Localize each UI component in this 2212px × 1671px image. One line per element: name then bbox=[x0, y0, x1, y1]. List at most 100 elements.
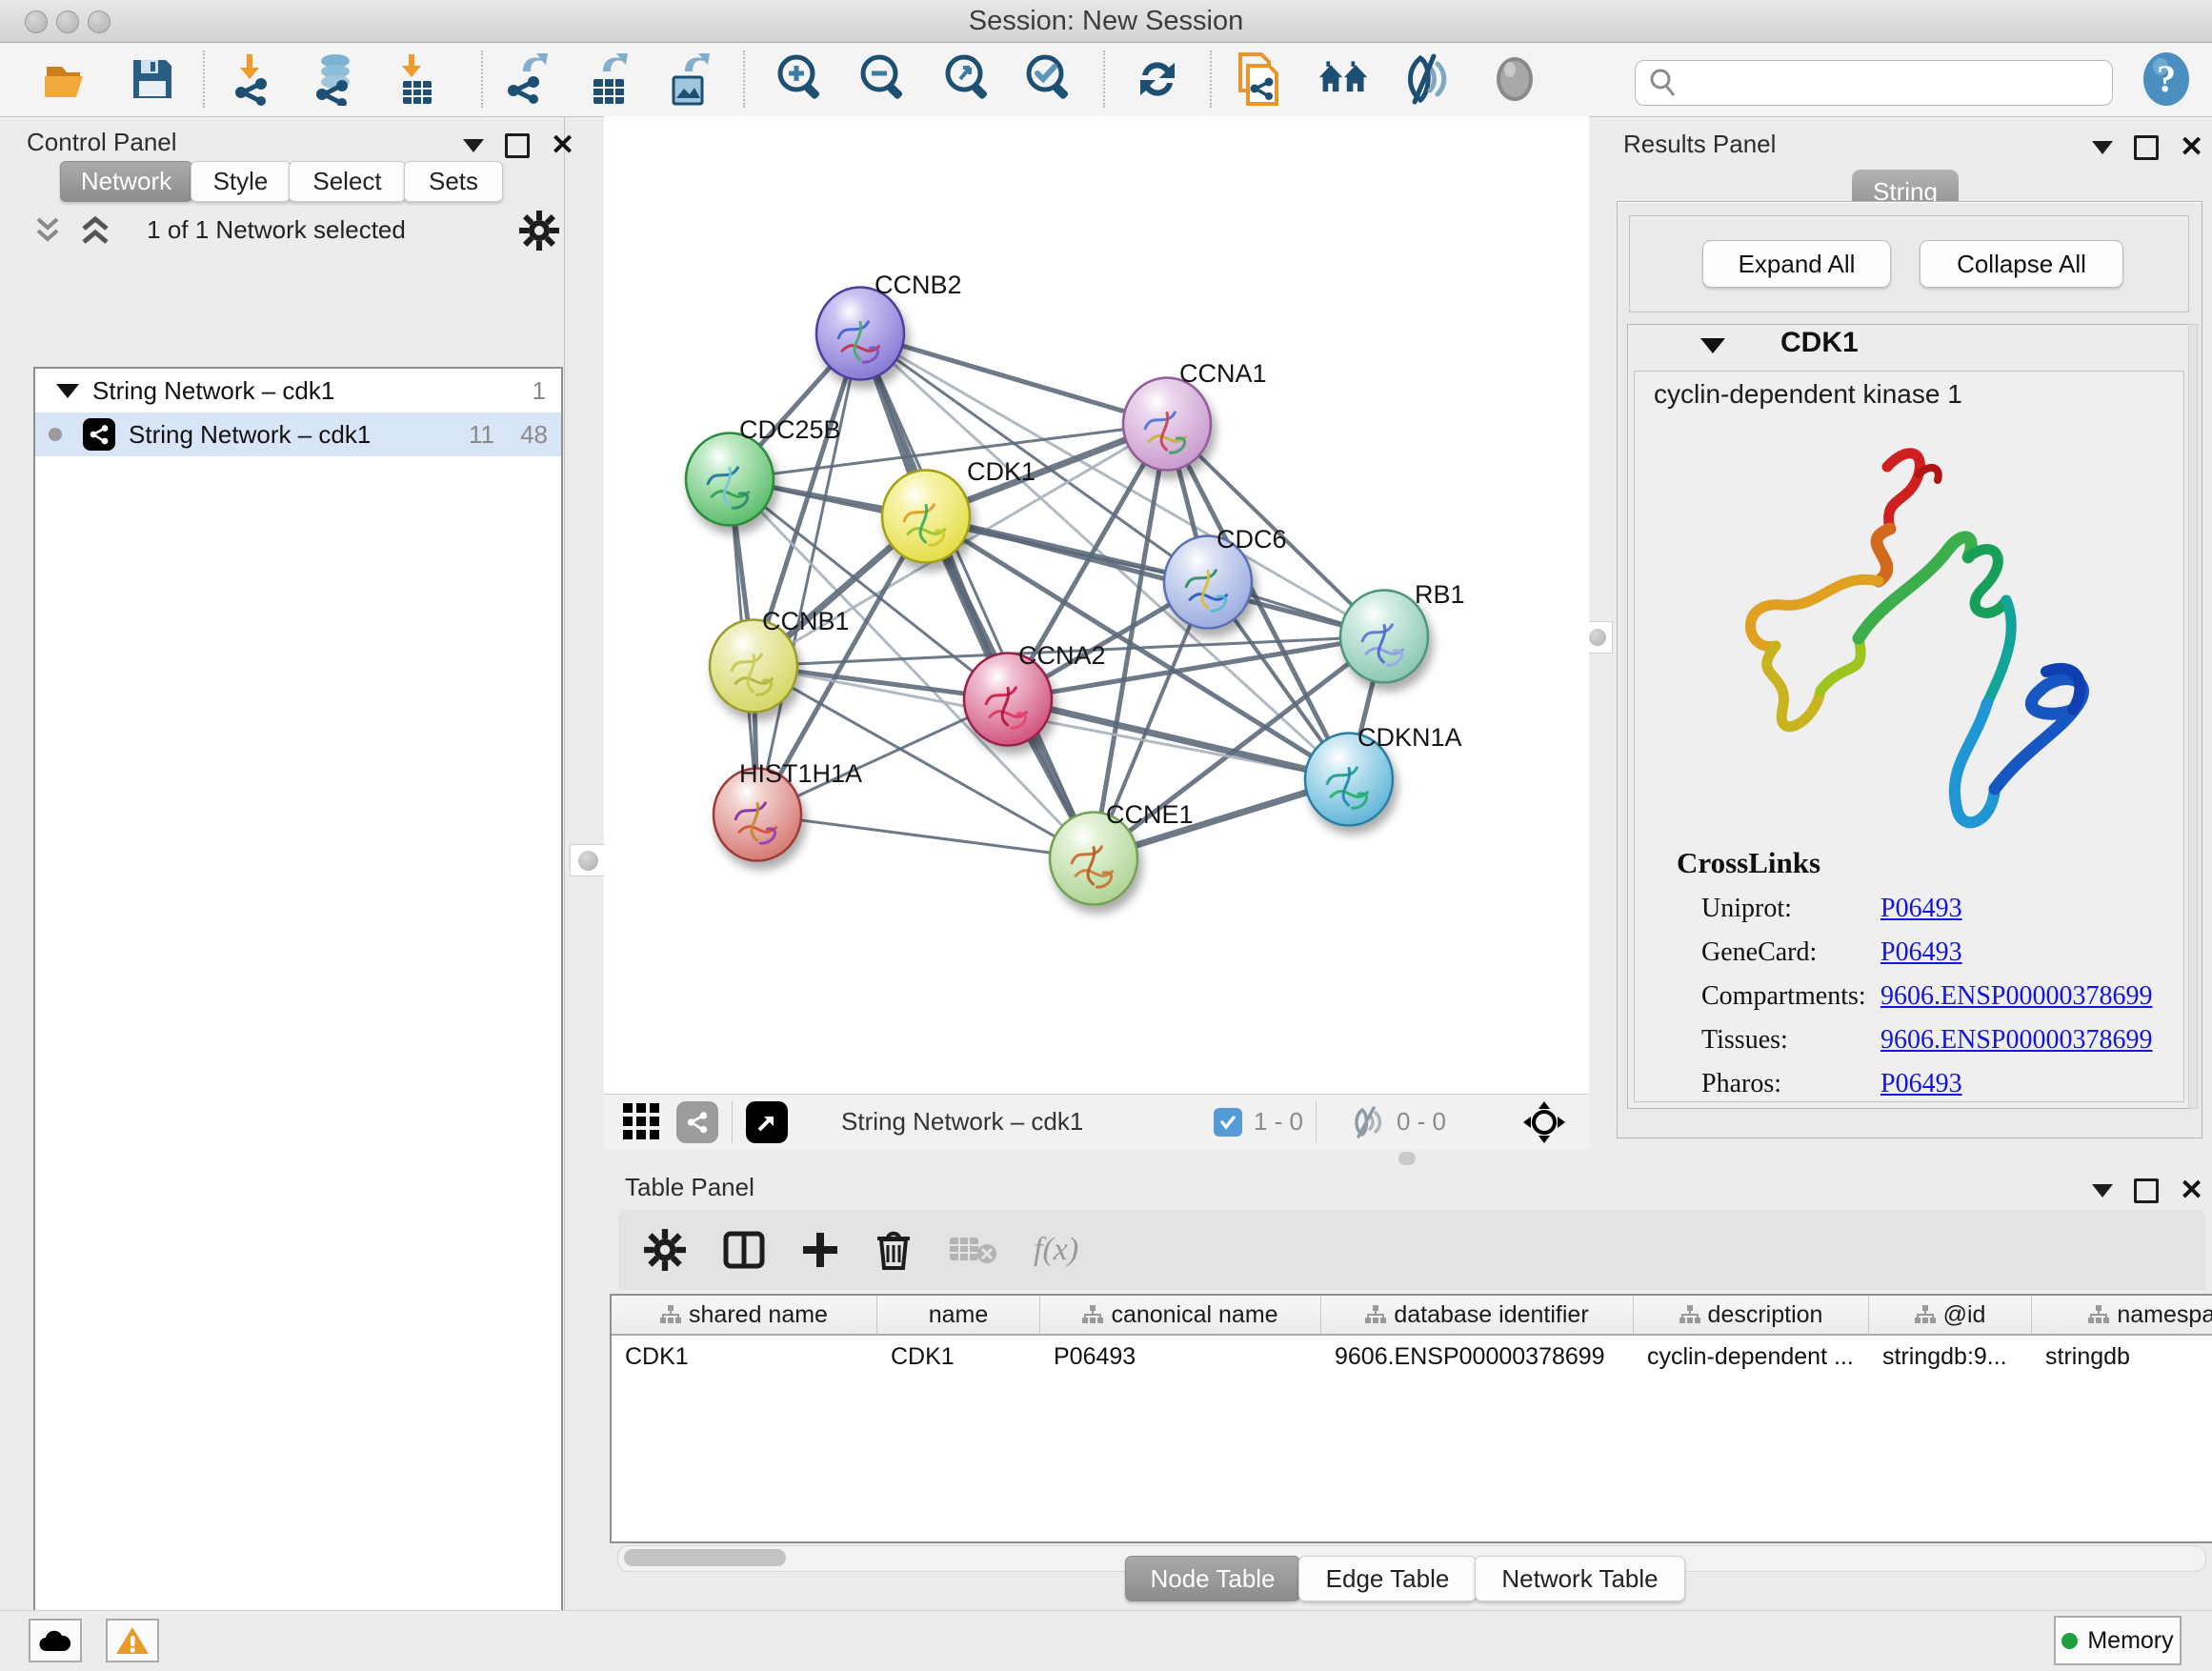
table-cell[interactable]: stringdb bbox=[2032, 1338, 2212, 1376]
collection-expander-icon[interactable] bbox=[56, 384, 79, 398]
collapse-all-networks-icon[interactable] bbox=[34, 215, 74, 248]
expand-all-networks-icon[interactable] bbox=[78, 213, 118, 248]
close-panel-icon[interactable]: ✕ bbox=[2180, 138, 2203, 157]
table-cell[interactable]: cyclin-dependent ... bbox=[1634, 1338, 1869, 1376]
memory-button[interactable]: Memory bbox=[2054, 1616, 2182, 1665]
table-panel-controls: ✕ bbox=[2092, 1178, 2203, 1203]
network-share-view-icon[interactable] bbox=[676, 1101, 718, 1143]
table-cell[interactable]: stringdb:9... bbox=[1869, 1338, 2032, 1376]
import-table-file-button[interactable] bbox=[391, 52, 444, 106]
search-input[interactable] bbox=[1679, 70, 2112, 96]
hide-unselected-button[interactable] bbox=[1401, 52, 1455, 106]
crosslink-link[interactable]: 9606.ENSP00000378699 bbox=[1880, 1025, 2152, 1056]
add-column-icon[interactable] bbox=[801, 1231, 839, 1269]
save-session-button[interactable] bbox=[126, 52, 179, 106]
show-columns-icon[interactable] bbox=[723, 1231, 765, 1269]
table-cell[interactable]: 9606.ENSP00000378699 bbox=[1321, 1338, 1634, 1376]
show-all-button[interactable] bbox=[1488, 52, 1541, 106]
node-CCNA1[interactable] bbox=[1123, 378, 1211, 471]
edge-HIST1H1A-CCNE1[interactable] bbox=[757, 815, 1094, 858]
network-collection-row[interactable]: String Network – cdk1 1 bbox=[35, 369, 561, 413]
toolbar-separator bbox=[481, 50, 483, 108]
tab-node-table[interactable]: Node Table bbox=[1125, 1556, 1300, 1601]
crosslink-label: GeneCard: bbox=[1701, 937, 1817, 968]
collapse-panel-icon[interactable] bbox=[463, 139, 484, 152]
float-panel-icon[interactable] bbox=[2134, 135, 2159, 160]
tab-select[interactable]: Select bbox=[289, 161, 406, 202]
zoom-in-button[interactable] bbox=[774, 52, 827, 106]
table-options-gear-icon[interactable] bbox=[643, 1228, 687, 1272]
zoom-fit-button[interactable] bbox=[941, 52, 995, 106]
edge-CCNB2-HIST1H1A[interactable] bbox=[757, 333, 860, 815]
table-cell[interactable]: CDK1 bbox=[612, 1338, 877, 1376]
tab-sets[interactable]: Sets bbox=[404, 161, 503, 202]
float-panel-icon[interactable] bbox=[2134, 1178, 2159, 1203]
tab-edge-table[interactable]: Edge Table bbox=[1298, 1556, 1477, 1601]
node-label-HIST1H1A: HIST1H1A bbox=[739, 759, 862, 788]
selected-checkbox[interactable] bbox=[1214, 1108, 1242, 1137]
table-cell[interactable]: P06493 bbox=[1040, 1338, 1321, 1376]
edge-CCNA2-CDKN1A[interactable] bbox=[1008, 699, 1349, 779]
fit-content-crosshair-icon[interactable] bbox=[1522, 1100, 1566, 1144]
network-graph[interactable]: CCNB2CCNA1CDC25BCDK1CDC6RB1CCNB1CCNA2HIS… bbox=[604, 116, 1589, 1094]
column-header-namespace[interactable]: namespace bbox=[2032, 1296, 2212, 1336]
export-network-button[interactable] bbox=[503, 52, 556, 106]
collapse-all-button[interactable]: Collapse All bbox=[1920, 240, 2123, 288]
import-network-database-button[interactable] bbox=[309, 52, 362, 106]
edge-CCNB2-CCNA1[interactable] bbox=[860, 333, 1167, 424]
cloud-status-button[interactable] bbox=[29, 1619, 82, 1662]
collapse-panel-icon[interactable] bbox=[2092, 1184, 2113, 1198]
column-header-description[interactable]: description bbox=[1634, 1296, 1869, 1336]
float-panel-icon[interactable] bbox=[505, 133, 530, 158]
zoom-out-button[interactable] bbox=[856, 52, 910, 106]
section-expander-icon[interactable] bbox=[1700, 338, 1725, 353]
table-cell[interactable]: CDK1 bbox=[877, 1338, 1040, 1376]
crosslink-link[interactable]: 9606.ENSP00000378699 bbox=[1880, 981, 2152, 1012]
node-CCNB2[interactable] bbox=[816, 288, 904, 380]
refresh-button[interactable] bbox=[1131, 52, 1184, 106]
detach-view-icon[interactable] bbox=[746, 1101, 788, 1143]
edge-CDK1-RB1[interactable] bbox=[926, 516, 1384, 636]
crosslink-link[interactable]: P06493 bbox=[1880, 1069, 1962, 1099]
tab-network[interactable]: Network bbox=[60, 161, 192, 202]
expand-all-button[interactable]: Expand All bbox=[1702, 240, 1891, 288]
string-import-button[interactable] bbox=[1233, 52, 1286, 106]
help-button[interactable]: ? bbox=[2140, 52, 2193, 106]
collapse-panel-icon[interactable] bbox=[2092, 141, 2113, 154]
export-table-button[interactable] bbox=[583, 52, 636, 106]
export-image-button[interactable] bbox=[663, 52, 716, 106]
import-network-file-button[interactable] bbox=[229, 52, 282, 106]
delete-column-icon[interactable] bbox=[875, 1230, 912, 1270]
home-layout-button[interactable] bbox=[1317, 52, 1371, 106]
crosslink-link[interactable]: P06493 bbox=[1880, 937, 1962, 968]
title-bar: Session: New Session bbox=[0, 0, 2212, 43]
zoom-selected-button[interactable] bbox=[1022, 52, 1076, 106]
node-label-CCNB2: CCNB2 bbox=[875, 271, 962, 299]
node-CDC25B[interactable] bbox=[686, 433, 774, 526]
open-file-button[interactable] bbox=[40, 52, 93, 106]
network-options-gear-icon[interactable] bbox=[518, 210, 560, 252]
tab-style[interactable]: Style bbox=[191, 161, 291, 202]
node-CDK1[interactable] bbox=[882, 471, 970, 563]
close-panel-icon[interactable]: ✕ bbox=[551, 136, 574, 155]
column-header-name[interactable]: name bbox=[877, 1296, 1040, 1336]
scrollbar-thumb[interactable] bbox=[624, 1549, 786, 1566]
column-header-database-identifier[interactable]: database identifier bbox=[1321, 1296, 1634, 1336]
tab-network-table[interactable]: Network Table bbox=[1475, 1556, 1685, 1601]
results-scrollbar[interactable] bbox=[2188, 324, 2198, 1109]
grid-view-icon[interactable] bbox=[621, 1101, 663, 1143]
crosslink-link[interactable]: P06493 bbox=[1880, 894, 1962, 924]
network-row-selected[interactable]: String Network – cdk1 11 48 bbox=[35, 413, 561, 456]
column-header-@id[interactable]: @id bbox=[1869, 1296, 2032, 1336]
column-header-shared-name[interactable]: shared name bbox=[612, 1296, 877, 1336]
column-header-canonical-name[interactable]: canonical name bbox=[1040, 1296, 1321, 1336]
network-canvas[interactable]: CCNB2CCNA1CDC25BCDK1CDC6RB1CCNB1CCNA2HIS… bbox=[604, 116, 1589, 1094]
control-panel-controls: ✕ bbox=[463, 133, 574, 158]
crosslink-label: Pharos: bbox=[1701, 1069, 1781, 1099]
left-splitter-handle[interactable] bbox=[570, 844, 606, 876]
close-panel-icon[interactable]: ✕ bbox=[2180, 1181, 2203, 1200]
warnings-button[interactable] bbox=[106, 1619, 159, 1662]
search-field[interactable] bbox=[1635, 60, 2113, 106]
horizontal-splitter-handle[interactable] bbox=[1398, 1152, 1416, 1165]
netbar-separator bbox=[732, 1101, 733, 1143]
